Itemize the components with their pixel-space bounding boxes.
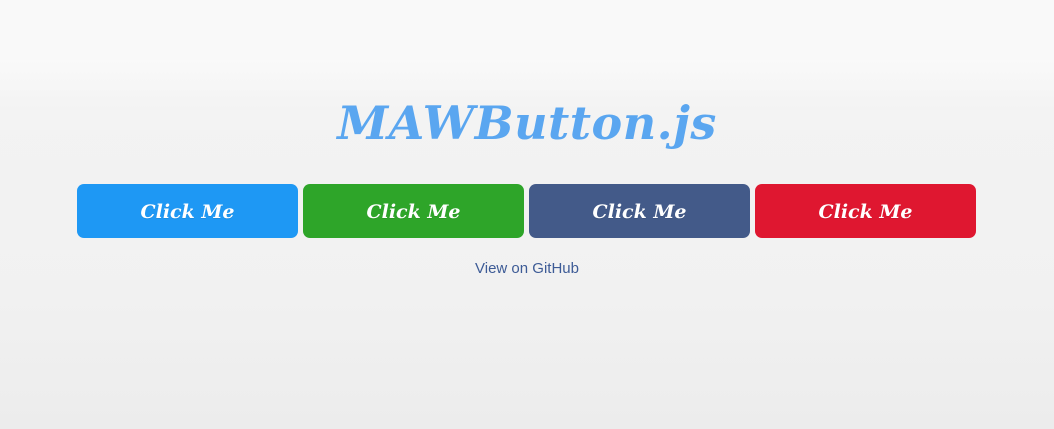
button-row: Click Me Click Me Click Me Click Me — [77, 184, 977, 238]
button-label: Click Me — [592, 200, 687, 223]
page-title: MAWButton.js — [337, 96, 717, 150]
github-link-row: View on GitHub — [0, 259, 1054, 279]
click-me-button-red[interactable]: Click Me — [755, 184, 976, 238]
click-me-button-green[interactable]: Click Me — [303, 184, 524, 238]
page: MAWButton.js Click Me Click Me Click Me … — [0, 0, 1054, 429]
button-label: Click Me — [818, 200, 913, 223]
button-label: Click Me — [366, 200, 461, 223]
click-me-button-navy[interactable]: Click Me — [529, 184, 750, 238]
view-on-github-link[interactable]: View on GitHub — [475, 260, 579, 277]
button-label: Click Me — [140, 200, 235, 223]
click-me-button-blue[interactable]: Click Me — [77, 184, 298, 238]
